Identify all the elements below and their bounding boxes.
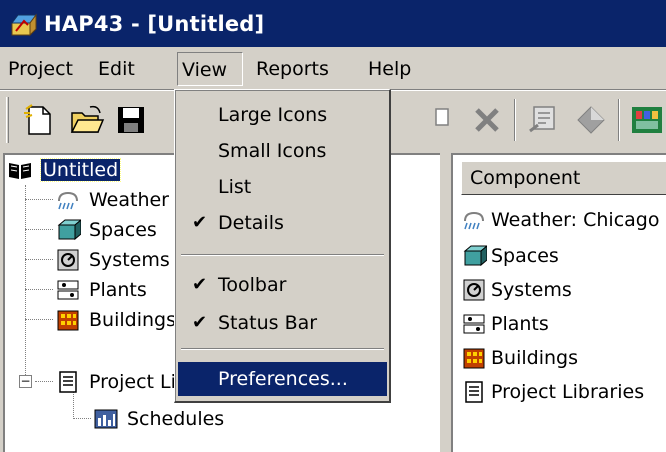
list-row-systems[interactable]: Systems xyxy=(461,273,572,307)
tree-item-buildings[interactable]: Buildings xyxy=(55,305,176,335)
plants-icon xyxy=(57,280,79,300)
menu-item-label: Large Icons xyxy=(218,104,328,126)
menu-item-details[interactable]: ✔ Details xyxy=(178,206,387,240)
tree-item-systems[interactable]: Systems xyxy=(55,245,170,275)
tree-item-label: Systems xyxy=(89,249,170,271)
menu-item-label: Small Icons xyxy=(218,140,327,162)
toolbar-separator xyxy=(514,99,516,141)
menu-separator xyxy=(181,348,384,350)
list-row-label: Buildings xyxy=(491,347,578,369)
tree-item-label: Spaces xyxy=(89,219,157,241)
menu-bar: Project Edit View Reports Help xyxy=(0,47,666,89)
tree-line xyxy=(25,289,53,290)
tree-root-label: Untitled xyxy=(39,158,122,182)
menu-item-label: Preferences... xyxy=(218,368,348,390)
tree-item-label: Schedules xyxy=(127,408,225,430)
list-row-buildings[interactable]: Buildings xyxy=(461,341,578,375)
systems-icon xyxy=(463,279,485,301)
menu-item-list[interactable]: List xyxy=(178,170,387,204)
checkmark-icon: ✔ xyxy=(192,312,208,333)
window-title: HAP43 - [Untitled] xyxy=(44,11,265,36)
plants-icon xyxy=(463,314,485,334)
list-row-label: Spaces xyxy=(491,245,559,267)
menu-separator xyxy=(181,254,384,256)
properties-icon[interactable] xyxy=(524,101,562,139)
diamond-icon[interactable] xyxy=(572,101,610,139)
list-row-plants[interactable]: Plants xyxy=(461,307,549,341)
checkmark-icon: ✔ xyxy=(192,274,208,295)
tree-line xyxy=(25,229,53,230)
list-row-weather[interactable]: Weather: Chicago xyxy=(461,203,659,237)
pane-splitter[interactable] xyxy=(440,153,451,452)
tree-item-label: Buildings xyxy=(89,309,176,331)
menu-edit[interactable]: Edit xyxy=(94,52,139,86)
tree-line xyxy=(25,185,26,385)
list-row-label: Plants xyxy=(491,313,549,335)
menu-item-label: List xyxy=(218,176,252,198)
tree-item-weather[interactable]: Weather xyxy=(55,185,169,215)
menu-reports[interactable]: Reports xyxy=(252,52,333,86)
tree-item-plants[interactable]: Plants xyxy=(55,275,147,305)
delete-icon[interactable] xyxy=(468,101,506,139)
spaces-icon xyxy=(463,245,487,267)
menu-item-status-bar[interactable]: ✔ Status Bar xyxy=(178,306,387,340)
menu-item-label: Toolbar xyxy=(218,274,287,296)
list-row-label: Project Libraries xyxy=(491,381,645,403)
list-row-label: Systems xyxy=(491,279,572,301)
column-header-component[interactable]: Component xyxy=(461,161,666,195)
open-book-icon xyxy=(9,163,31,179)
open-folder-icon[interactable] xyxy=(68,101,106,139)
tree-collapse-button[interactable]: − xyxy=(19,375,32,388)
menu-help[interactable]: Help xyxy=(364,52,415,86)
new-document-icon[interactable] xyxy=(20,101,58,139)
systems-icon xyxy=(57,249,79,271)
menu-item-label: Details xyxy=(218,212,284,234)
view-menu-dropdown: Large Icons Small Icons List ✔ Details ✔… xyxy=(174,89,391,403)
copy-icon[interactable] xyxy=(432,101,470,139)
menu-item-small-icons[interactable]: Small Icons xyxy=(178,134,387,168)
menu-item-preferences[interactable]: Preferences... xyxy=(178,362,387,396)
title-bar: HAP43 - [Untitled] xyxy=(0,0,666,47)
menu-project[interactable]: Project xyxy=(4,52,77,86)
buildings-icon xyxy=(57,310,79,331)
menu-item-toolbar[interactable]: ✔ Toolbar xyxy=(178,268,387,302)
list-row-label: Weather: Chicago xyxy=(491,209,660,231)
weather-icon xyxy=(464,211,484,230)
project-libraries-icon xyxy=(465,381,483,403)
weather-icon xyxy=(58,191,78,210)
tree-line xyxy=(25,259,53,260)
spaces-icon xyxy=(57,219,81,241)
tree-line xyxy=(25,199,53,200)
tree-item-label: Plants xyxy=(89,279,147,301)
tree-line xyxy=(25,319,53,320)
schedules-icon xyxy=(94,409,118,429)
reports-icon[interactable] xyxy=(628,101,666,139)
tree-item-schedules[interactable]: Schedules xyxy=(93,404,224,434)
checkmark-icon: ✔ xyxy=(192,212,208,233)
save-disk-icon[interactable] xyxy=(112,101,150,139)
toolbar-separator xyxy=(618,99,620,141)
menu-item-large-icons[interactable]: Large Icons xyxy=(178,98,387,132)
component-list[interactable]: Component Weather: Chicago Spaces System… xyxy=(451,153,666,452)
menu-item-label: Status Bar xyxy=(218,312,318,334)
tree-item-label: Weather xyxy=(89,189,169,211)
tree-line xyxy=(73,418,91,419)
tree-item-spaces[interactable]: Spaces xyxy=(55,215,157,245)
hap-app-icon[interactable] xyxy=(8,9,38,39)
list-row-project-libraries[interactable]: Project Libraries xyxy=(461,375,644,409)
toolbar-grip[interactable] xyxy=(6,97,9,143)
tree-line xyxy=(35,381,53,382)
menu-view[interactable]: View xyxy=(177,52,243,86)
tree-item-untitled[interactable]: Untitled xyxy=(7,155,122,185)
project-libraries-icon xyxy=(59,371,77,393)
list-row-spaces[interactable]: Spaces xyxy=(461,239,559,273)
buildings-icon xyxy=(463,348,485,369)
